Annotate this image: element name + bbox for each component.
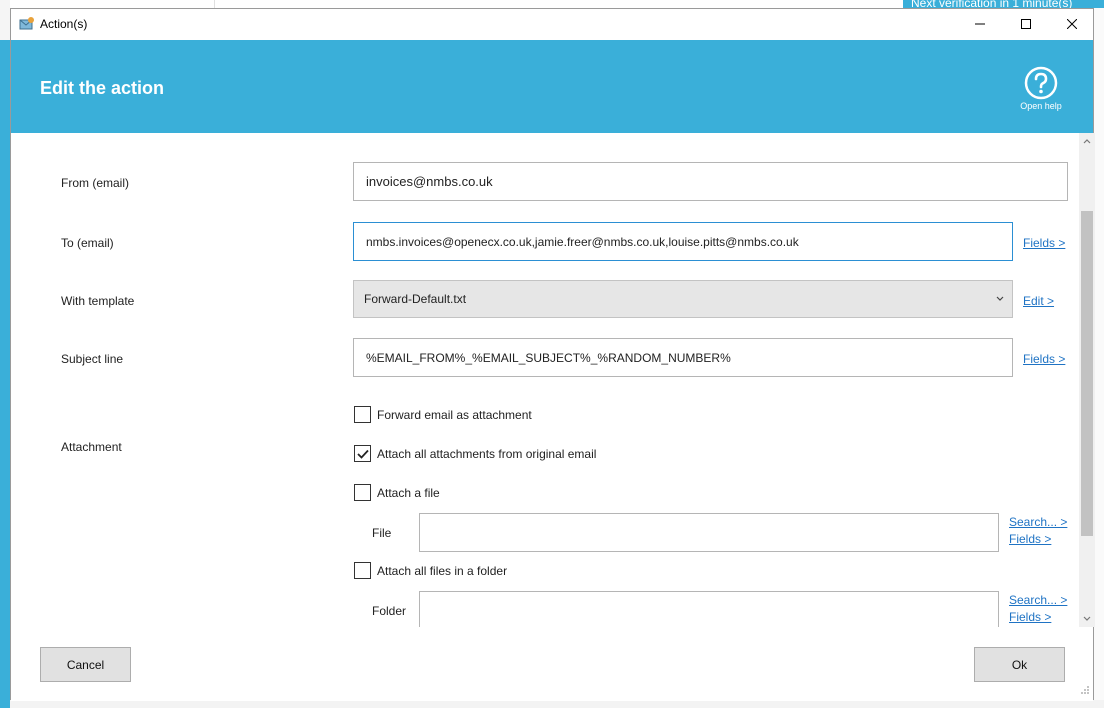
file-fields-link[interactable]: Fields > <box>1009 532 1051 546</box>
scroll-up-icon[interactable] <box>1079 133 1095 150</box>
attach-all-original-checkbox[interactable]: Attach all attachments from original ema… <box>354 445 596 462</box>
folder-search-link[interactable]: Search... > <box>1009 593 1067 607</box>
to-email-field[interactable]: nmbs.invoices@openecx.co.uk,jamie.freer@… <box>353 222 1013 261</box>
file-search-link[interactable]: Search... > <box>1009 515 1067 529</box>
checkbox-box <box>354 562 371 579</box>
attachment-label: Attachment <box>61 440 122 454</box>
template-select[interactable]: Forward-Default.txt <box>353 280 1013 318</box>
attach-file-checkbox[interactable]: Attach a file <box>354 484 440 501</box>
close-button[interactable] <box>1049 9 1095 39</box>
attach-file-label: Attach a file <box>377 485 440 500</box>
vertical-scrollbar[interactable] <box>1079 133 1095 627</box>
actions-dialog: Action(s) Edit the action Open help From <box>10 8 1095 701</box>
chevron-down-icon <box>996 291 1004 305</box>
checkbox-box <box>354 445 371 462</box>
file-path-field[interactable] <box>419 513 999 552</box>
title-bar[interactable]: Action(s) <box>11 9 1093 39</box>
forward-as-attachment-checkbox[interactable]: Forward email as attachment <box>354 406 532 423</box>
attach-all-original-label: Attach all attachments from original ema… <box>377 446 597 461</box>
background-verification-banner: Next verification in 1 minute(s) <box>903 0 1104 8</box>
folder-path-field[interactable] <box>419 591 999 627</box>
subject-line-field[interactable]: %EMAIL_FROM%_%EMAIL_SUBJECT%_%RANDOM_NUM… <box>353 338 1013 377</box>
page-title: Edit the action <box>40 78 165 98</box>
window-title: Action(s) <box>40 17 88 31</box>
ok-button[interactable]: Ok <box>974 647 1065 682</box>
checkmark-icon <box>356 449 369 459</box>
from-label: From (email) <box>61 176 129 190</box>
checkbox-box <box>354 484 371 501</box>
form-content: From (email) invoices@nmbs.co.uk To (ema… <box>11 133 1079 627</box>
attach-folder-label: Attach all files in a folder <box>377 563 508 578</box>
dialog-header: Edit the action Open help <box>11 40 1093 133</box>
resize-grip-icon[interactable] <box>1080 684 1090 698</box>
scroll-down-icon[interactable] <box>1079 610 1095 627</box>
open-help-button[interactable]: Open help <box>1015 66 1067 114</box>
help-icon <box>1015 66 1067 100</box>
folder-fields-link[interactable]: Fields > <box>1009 610 1051 624</box>
checkbox-box <box>354 406 371 423</box>
minimize-button[interactable] <box>957 9 1003 39</box>
dialog-footer: Cancel Ok <box>11 627 1093 701</box>
scrollbar-thumb[interactable] <box>1081 211 1093 536</box>
subject-fields-link[interactable]: Fields > <box>1023 352 1065 366</box>
template-edit-link[interactable]: Edit > <box>1023 294 1054 308</box>
template-label: With template <box>61 294 135 308</box>
background-left-panel <box>0 0 10 708</box>
cancel-button[interactable]: Cancel <box>40 647 131 682</box>
forward-as-attachment-label: Forward email as attachment <box>377 407 532 422</box>
subject-label: Subject line <box>61 352 124 366</box>
background-left-panel-top <box>0 0 10 40</box>
template-select-value: Forward-Default.txt <box>364 292 467 306</box>
app-icon <box>19 17 35 31</box>
to-fields-link[interactable]: Fields > <box>1023 236 1065 250</box>
background-bottom-edge <box>10 700 1104 708</box>
background-right-edge <box>1094 8 1104 708</box>
from-email-field[interactable]: invoices@nmbs.co.uk <box>353 162 1068 201</box>
maximize-button[interactable] <box>1003 9 1049 39</box>
file-label: File <box>372 526 392 540</box>
attach-folder-checkbox[interactable]: Attach all files in a folder <box>354 562 507 579</box>
to-label: To (email) <box>61 236 114 250</box>
help-label: Open help <box>1020 101 1062 111</box>
folder-label: Folder <box>372 604 407 618</box>
